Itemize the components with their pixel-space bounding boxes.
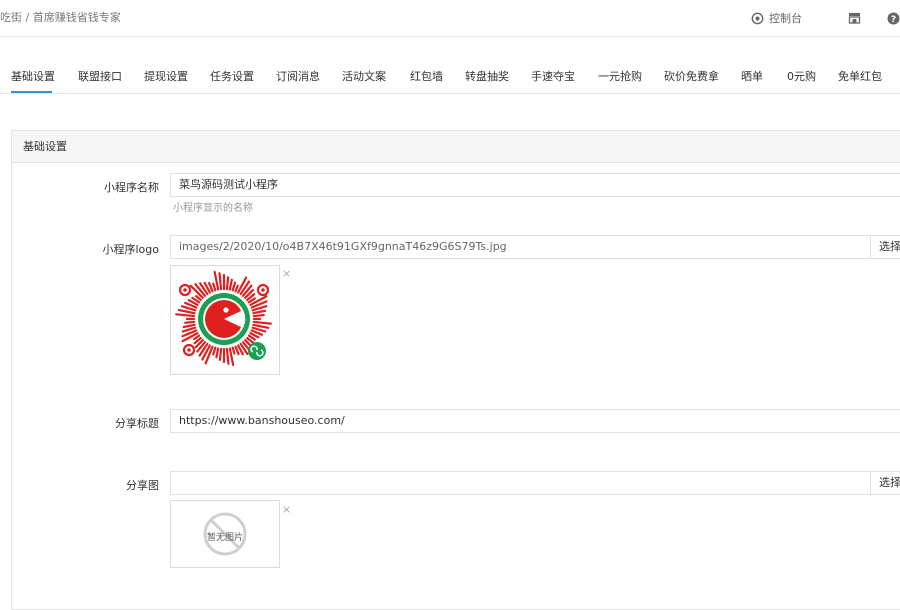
share-image-path-input[interactable] <box>170 471 871 495</box>
app-logo-label: 小程序logo <box>102 243 160 256</box>
help-icon[interactable]: ? <box>887 12 900 25</box>
panel-title: 基础设置 <box>12 131 900 163</box>
tab-basic-settings[interactable]: 基础设置 <box>11 68 55 84</box>
no-image-text: 暂无图片 <box>206 533 243 543</box>
tab-subscribe-message[interactable]: 订阅消息 <box>276 68 320 84</box>
console-button[interactable]: 控制台 <box>751 10 802 26</box>
tab-share-order[interactable]: 晒单 <box>741 68 763 84</box>
app-logo-select-button[interactable]: 选择 <box>870 235 900 259</box>
app-name-input[interactable]: 菜鸟源码测试小程序 <box>170 173 900 197</box>
tab-bargain-free[interactable]: 砍价免费拿 <box>664 68 719 84</box>
share-image-preview[interactable]: 暂无图片 <box>170 500 280 568</box>
console-label: 控制台 <box>769 12 802 25</box>
app-name-help: 小程序显示的名称 <box>173 203 253 214</box>
share-image-select-button[interactable]: 选择 <box>870 471 900 495</box>
tab-free-red-packet[interactable]: 免单红包 <box>838 68 882 84</box>
tab-activity-copy[interactable]: 活动文案 <box>342 68 386 84</box>
settings-tabs: 基础设置 联盟接口 提现设置 任务设置 订阅消息 活动文案 红包墙 转盘抽奖 手… <box>0 60 900 94</box>
tab-one-yuan-buy[interactable]: 一元抢购 <box>598 68 642 84</box>
mini-program-code-image <box>175 270 272 367</box>
tab-wheel-lottery[interactable]: 转盘抽奖 <box>465 68 509 84</box>
tab-zero-yuan-buy[interactable]: 0元购 <box>787 68 816 84</box>
share-image-label: 分享图 <box>126 479 159 492</box>
app-logo-preview[interactable] <box>170 265 280 375</box>
top-right-actions: 控制台 ? <box>751 0 900 36</box>
app-logo-path-input[interactable]: images/2/2020/10/o4B7X46t91GXf9gnnaT46z9… <box>170 235 871 259</box>
svg-text:?: ? <box>891 15 896 25</box>
tab-speed-treasure[interactable]: 手速夺宝 <box>531 68 575 84</box>
store-icon[interactable] <box>848 12 861 24</box>
tab-alliance-api[interactable]: 联盟接口 <box>78 68 122 84</box>
tab-withdraw-settings[interactable]: 提现设置 <box>144 68 188 84</box>
app-name-label: 小程序名称 <box>104 181 159 194</box>
basic-settings-panel: 基础设置 <box>11 130 900 610</box>
share-title-input[interactable]: https://www.banshouseo.com/ <box>170 409 900 433</box>
console-icon <box>751 12 764 25</box>
tab-task-settings[interactable]: 任务设置 <box>210 68 254 84</box>
top-bar: 吃街 / 首席赚钱省钱专家 控制台 ? <box>0 0 900 37</box>
share-image-remove-icon[interactable]: × <box>282 504 291 515</box>
breadcrumb[interactable]: 吃街 / 首席赚钱省钱专家 <box>0 9 121 25</box>
share-title-label: 分享标题 <box>115 417 159 430</box>
active-tab-indicator <box>11 91 52 93</box>
app-logo-remove-icon[interactable]: × <box>282 268 291 279</box>
tab-red-packet-wall[interactable]: 红包墙 <box>410 68 443 84</box>
